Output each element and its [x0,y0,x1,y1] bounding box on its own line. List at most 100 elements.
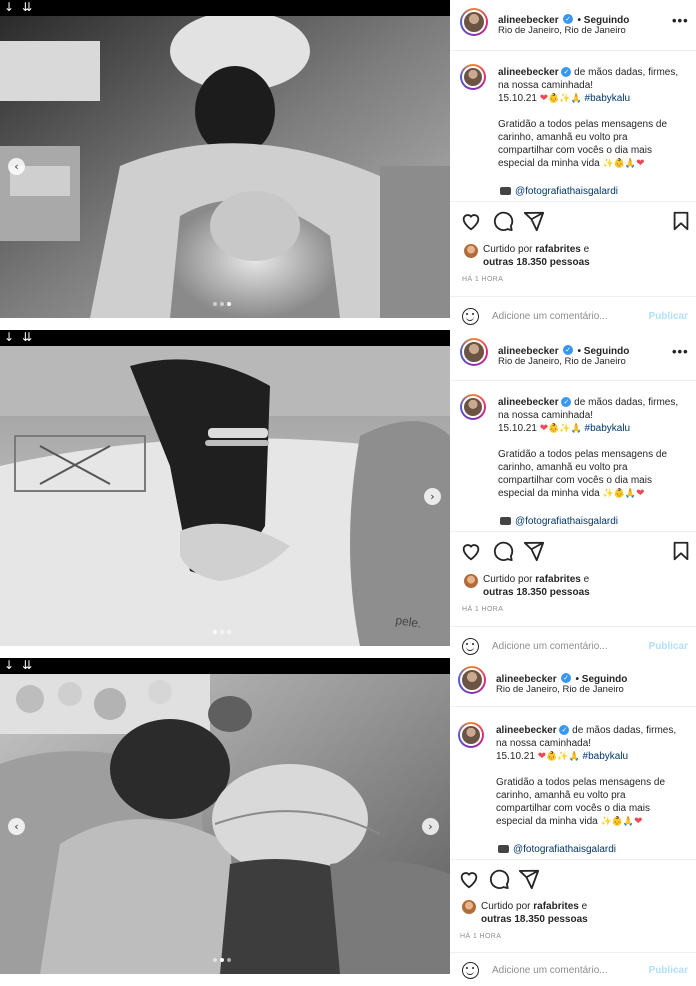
download-arrow-icon[interactable]: ↓ [4,659,14,672]
caption-avatar[interactable] [460,64,486,90]
download-arrow-icon[interactable]: ↓ [4,1,14,14]
divider [450,296,696,297]
carousel-prev-button[interactable]: ‹ [8,158,25,175]
divider [450,380,696,381]
photo-embrace-scene [0,674,450,974]
photo-credit-link[interactable]: @fotografiathaisgalardi [513,844,616,855]
divider [450,50,696,51]
divider [450,531,696,532]
photo-credit-link[interactable]: @fotografiathaisgalardi [515,186,618,197]
post-location[interactable]: Rio de Janeiro, Rio de Janeiro [498,356,626,367]
more-options-icon[interactable]: ••• [672,13,689,28]
save-bookmark-icon[interactable] [670,210,692,232]
like-heart-icon[interactable] [460,540,482,562]
carousel-dot [220,630,224,634]
share-send-icon[interactable] [518,868,540,890]
emoji-smile-icon[interactable] [462,308,479,325]
caption-emojis: 👶✨🙏 [548,424,582,434]
post-panel-1: ↓ ⇊ ‹ alineebecker ✓ • Seguindo Rio de J… [0,0,696,330]
carousel-prev-button[interactable]: ‹ [8,818,25,835]
comment-box: Adicione um comentário... Publicar [450,632,696,660]
liked-others-link[interactable]: outras 18.350 pessoas [483,587,590,598]
publish-button[interactable]: Publicar [649,965,688,976]
liked-user-link[interactable]: rafabrites [535,574,581,585]
caption-emojis: 👶✨🙏 [546,752,580,762]
double-arrow-icon[interactable]: ⇊ [22,331,32,344]
liked-prefix: Curtido por [483,244,533,255]
post-panel-2: ↓ ⇊ pele. › alineebecker ✓ • Seguindo Ri… [0,330,696,660]
post-photo: ‹ [0,16,450,318]
comment-icon[interactable] [492,540,514,562]
body-emojis: ✨👶🙏 [600,817,635,827]
share-send-icon[interactable] [523,540,545,562]
heart-emoji: ❤ [539,93,549,104]
post-location[interactable]: Rio de Janeiro, Rio de Janeiro [498,25,626,36]
caption-username[interactable]: alineebecker [498,397,559,408]
caption-avatar[interactable] [460,394,486,420]
download-arrow-icon[interactable]: ↓ [4,331,14,344]
caption-date: 15.10.21 [498,93,537,104]
liker-avatar[interactable] [464,574,478,588]
comment-box: Adicione um comentário... Publicar [450,956,696,986]
double-arrow-icon[interactable]: ⇊ [22,659,32,672]
heart-emoji: ❤ [537,751,547,762]
carousel-dots [213,630,231,634]
comment-input[interactable]: Adicione um comentário... [492,641,608,652]
hashtag-link[interactable]: #babykalu [585,93,631,104]
publish-button[interactable]: Publicar [649,311,688,322]
liked-user-link[interactable]: rafabrites [535,244,581,255]
publish-button[interactable]: Publicar [649,641,688,652]
more-options-icon[interactable]: ••• [672,344,689,359]
caption: alineebecker ✓ de mãos dadas, firmes, na… [498,66,684,171]
photo-credit: @fotografiathaisgalardi [500,516,618,527]
verified-badge-icon: ✓ [563,344,574,355]
carousel-next-button[interactable]: › [422,818,439,835]
liked-and: e [583,244,590,255]
heart-emoji: ❤ [636,488,645,499]
hashtag-link[interactable]: #babykalu [583,751,629,762]
comment-icon[interactable] [492,210,514,232]
liked-by-text: Curtido por rafabrites e outras 18.350 p… [483,573,590,599]
double-arrow-icon[interactable]: ⇊ [22,1,32,14]
hashtag-link[interactable]: #babykalu [585,423,631,434]
comment-input[interactable]: Adicione um comentário... [492,311,608,322]
post-time[interactable]: HÁ 1 HORA [462,606,503,613]
liked-others-link[interactable]: outras 18.350 pessoas [481,914,588,925]
post-sidebar: alineebecker ✓ • Seguindo Rio de Janeiro… [450,658,696,986]
verified-badge-icon: ✓ [561,672,572,683]
like-heart-icon[interactable] [460,210,482,232]
like-heart-icon[interactable] [458,868,480,890]
liked-user-link[interactable]: rafabrites [533,901,579,912]
author-avatar[interactable] [460,338,488,366]
divider [450,201,696,202]
liked-others-link[interactable]: outras 18.350 pessoas [483,257,590,268]
post-time[interactable]: HÁ 1 HORA [460,933,501,940]
liked-by-text: Curtido por rafabrites e outras 18.350 p… [483,243,590,269]
camera-icon [498,845,509,854]
post-sidebar: alineebecker ✓ • Seguindo Rio de Janeiro… [450,0,696,330]
comment-icon[interactable] [488,868,510,890]
save-bookmark-icon[interactable] [670,540,692,562]
heart-emoji: ❤ [636,158,645,169]
liked-and: e [583,574,590,585]
action-bar [450,210,696,234]
verified-badge-icon: ✓ [561,67,572,78]
comment-input[interactable]: Adicione um comentário... [492,965,608,976]
share-send-icon[interactable] [523,210,545,232]
top-bar: ↓ ⇊ [0,330,450,346]
author-avatar[interactable] [460,8,488,36]
caption-date: 15.10.21 [496,751,535,762]
liker-avatar[interactable] [464,244,478,258]
caption-avatar[interactable] [458,722,484,748]
emoji-smile-icon[interactable] [462,962,479,979]
carousel-next-button[interactable]: › [424,488,441,505]
caption-username[interactable]: alineebecker [498,67,559,78]
emoji-smile-icon[interactable] [462,638,479,655]
post-time[interactable]: HÁ 1 HORA [462,276,503,283]
author-avatar[interactable] [458,666,486,694]
divider [450,952,696,953]
caption-username[interactable]: alineebecker [496,725,557,736]
liker-avatar[interactable] [462,900,476,914]
photo-credit-link[interactable]: @fotografiathaisgalardi [515,516,618,527]
post-location[interactable]: Rio de Janeiro, Rio de Janeiro [496,684,624,695]
